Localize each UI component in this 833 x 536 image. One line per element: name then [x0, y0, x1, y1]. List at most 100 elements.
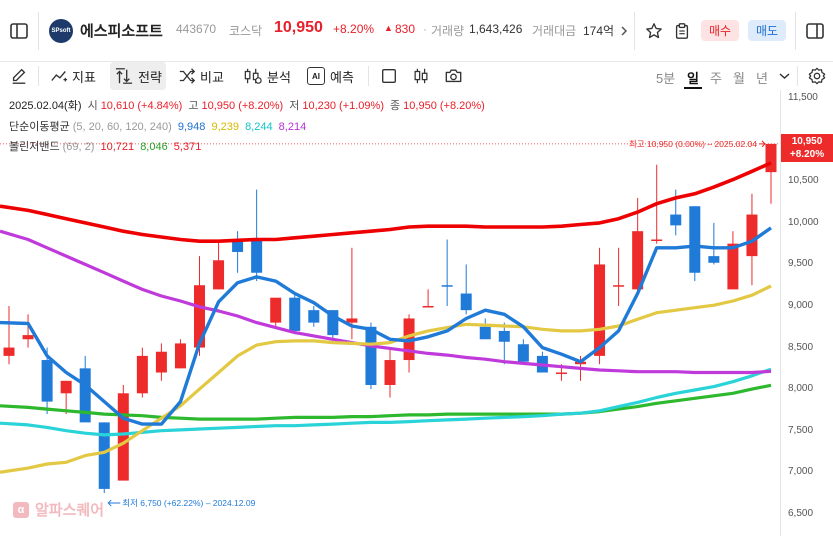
period-5min[interactable]: 5분 [656, 68, 675, 87]
candle-body[interactable] [517, 344, 529, 362]
watermark-text: 알파스퀘어 [35, 502, 105, 519]
watermark: α 알파스퀘어 [13, 499, 104, 520]
high-label: 고 [188, 100, 199, 112]
high-value: 10,950 (+8.20%) [201, 100, 284, 112]
strategy-button[interactable]: 전략 [110, 62, 166, 90]
sell-button[interactable]: 매도 [748, 20, 786, 41]
ai-badge-text: AI [312, 71, 320, 81]
current-price: 10,950 [274, 19, 323, 36]
period-year[interactable]: 년 [756, 68, 768, 87]
period-week[interactable]: 주 [710, 68, 722, 87]
buy-button[interactable]: 매수 [701, 20, 739, 41]
candle-body[interactable] [765, 143, 777, 173]
stock-logo: SPsoft [49, 19, 73, 43]
candle-body[interactable] [727, 243, 739, 290]
y-axis-tick: 6,500 [788, 507, 814, 519]
ma-value-4: 8,214 [278, 121, 307, 133]
period-dropdown-button[interactable] [777, 68, 791, 84]
volume-value: 1,643,426 [469, 22, 523, 36]
market-label: 코스닥 [229, 24, 263, 38]
candle-body[interactable] [22, 335, 34, 340]
chart-toolbar: 지표 전략 비교 분석 AI 예측 5분 일 주 월 년 [0, 62, 833, 90]
forecast-label: 예측 [330, 69, 354, 85]
candle-body[interactable] [308, 310, 320, 323]
price-tag-percent: +8.20% [789, 148, 825, 160]
memo-button[interactable] [671, 20, 693, 42]
candle-body[interactable] [270, 297, 282, 323]
candle-body[interactable] [3, 347, 15, 356]
candle-body[interactable] [384, 360, 396, 385]
candle-body[interactable] [708, 256, 720, 263]
candle-body[interactable] [98, 422, 110, 489]
sidebar-icon [10, 23, 28, 39]
candles-layer [3, 143, 777, 494]
candle-body[interactable] [422, 306, 434, 308]
candle-body[interactable] [498, 330, 510, 342]
chevron-right-icon [621, 26, 628, 36]
ai-badge-icon: AI [307, 67, 325, 85]
stock-code: 443670 [176, 22, 217, 36]
candlestick-icon [414, 68, 428, 84]
candle-body[interactable] [251, 239, 263, 273]
period-month[interactable]: 월 [733, 68, 745, 87]
candle-body[interactable] [289, 297, 301, 331]
header-scroll-button[interactable] [617, 20, 631, 42]
drawing-tool-button[interactable] [10, 62, 32, 90]
favorite-button[interactable] [643, 20, 665, 42]
candle-body[interactable] [613, 285, 625, 287]
candle-body[interactable] [117, 393, 129, 481]
ma-value-2: 9,239 [211, 121, 239, 133]
square-icon [382, 69, 396, 83]
candle-body[interactable] [60, 380, 72, 394]
analysis-candles-icon [244, 68, 262, 84]
candle-body[interactable] [555, 372, 567, 375]
candle-body[interactable] [441, 285, 453, 287]
strategy-label: 전략 [138, 69, 162, 85]
candle-body[interactable] [689, 206, 701, 273]
ma-title: 단순이동평균 [9, 121, 70, 133]
moving-average-legend[interactable]: 단순이동평균 (5, 20, 60, 120, 240) 9,948 9,239 … [9, 118, 309, 134]
chart-type-button[interactable] [412, 62, 434, 90]
indicator-button[interactable]: 지표 [50, 62, 96, 90]
sidebar-toggle-button[interactable] [8, 20, 30, 42]
candle-body[interactable] [651, 239, 663, 241]
candle-body[interactable] [213, 260, 225, 290]
candle-body[interactable] [460, 293, 472, 311]
chart-settings-button[interactable] [806, 65, 828, 87]
price-chart[interactable]: 최고 10,950 (0.00%) – 2025.02.04 최저 6,750 … [0, 90, 780, 536]
alphasquare-logo-icon: α [13, 501, 29, 518]
strategy-arrows-icon [115, 68, 133, 84]
sell-button-label: 매도 [755, 24, 779, 38]
candle-body[interactable] [346, 318, 358, 323]
candle-body[interactable] [41, 360, 53, 402]
indicator-line-icon [51, 71, 68, 82]
candle-body[interactable] [174, 343, 186, 369]
ohlc-legend: 2025.02.04(화) 시 10,610 (+4.84%) 고 10,950 (… [9, 97, 488, 113]
trade-value: 174억 [583, 24, 615, 38]
stock-name[interactable]: 에스피소프트 [80, 20, 163, 41]
candle-body[interactable] [365, 326, 377, 385]
change-amount: 830 [395, 22, 416, 36]
top-bar: SPsoft 에스피소프트 443670 코스닥 10,950 +8.20% ▲… [0, 0, 833, 62]
right-panel-toggle-button[interactable] [804, 20, 826, 42]
volume-label: 거래량 [431, 24, 465, 38]
candle-body[interactable] [746, 214, 758, 257]
buy-button-label: 매수 [708, 24, 732, 38]
compare-button[interactable]: 비교 [178, 62, 224, 90]
forecast-button[interactable]: AI 예측 [307, 62, 354, 90]
bollinger-legend[interactable]: 볼린저밴드 (69, 2) 10,721 8,046 5,371 [9, 138, 204, 154]
compare-label: 비교 [200, 69, 224, 85]
analysis-button[interactable]: 분석 [243, 62, 291, 90]
star-icon [646, 23, 662, 39]
candle-body[interactable] [155, 351, 167, 373]
candle-body[interactable] [136, 355, 148, 394]
legend-date: 2025.02.04(화) [9, 100, 82, 112]
screenshot-button[interactable] [444, 62, 467, 90]
current-price-tag: 10,950 +8.20% [781, 133, 833, 162]
candle-body[interactable] [479, 326, 491, 340]
change-percent: +8.20% [333, 22, 375, 36]
period-day[interactable]: 일 [687, 68, 699, 87]
candle-body[interactable] [670, 214, 682, 226]
chart-frame-button[interactable] [380, 62, 402, 90]
clipboard-icon [675, 23, 689, 39]
